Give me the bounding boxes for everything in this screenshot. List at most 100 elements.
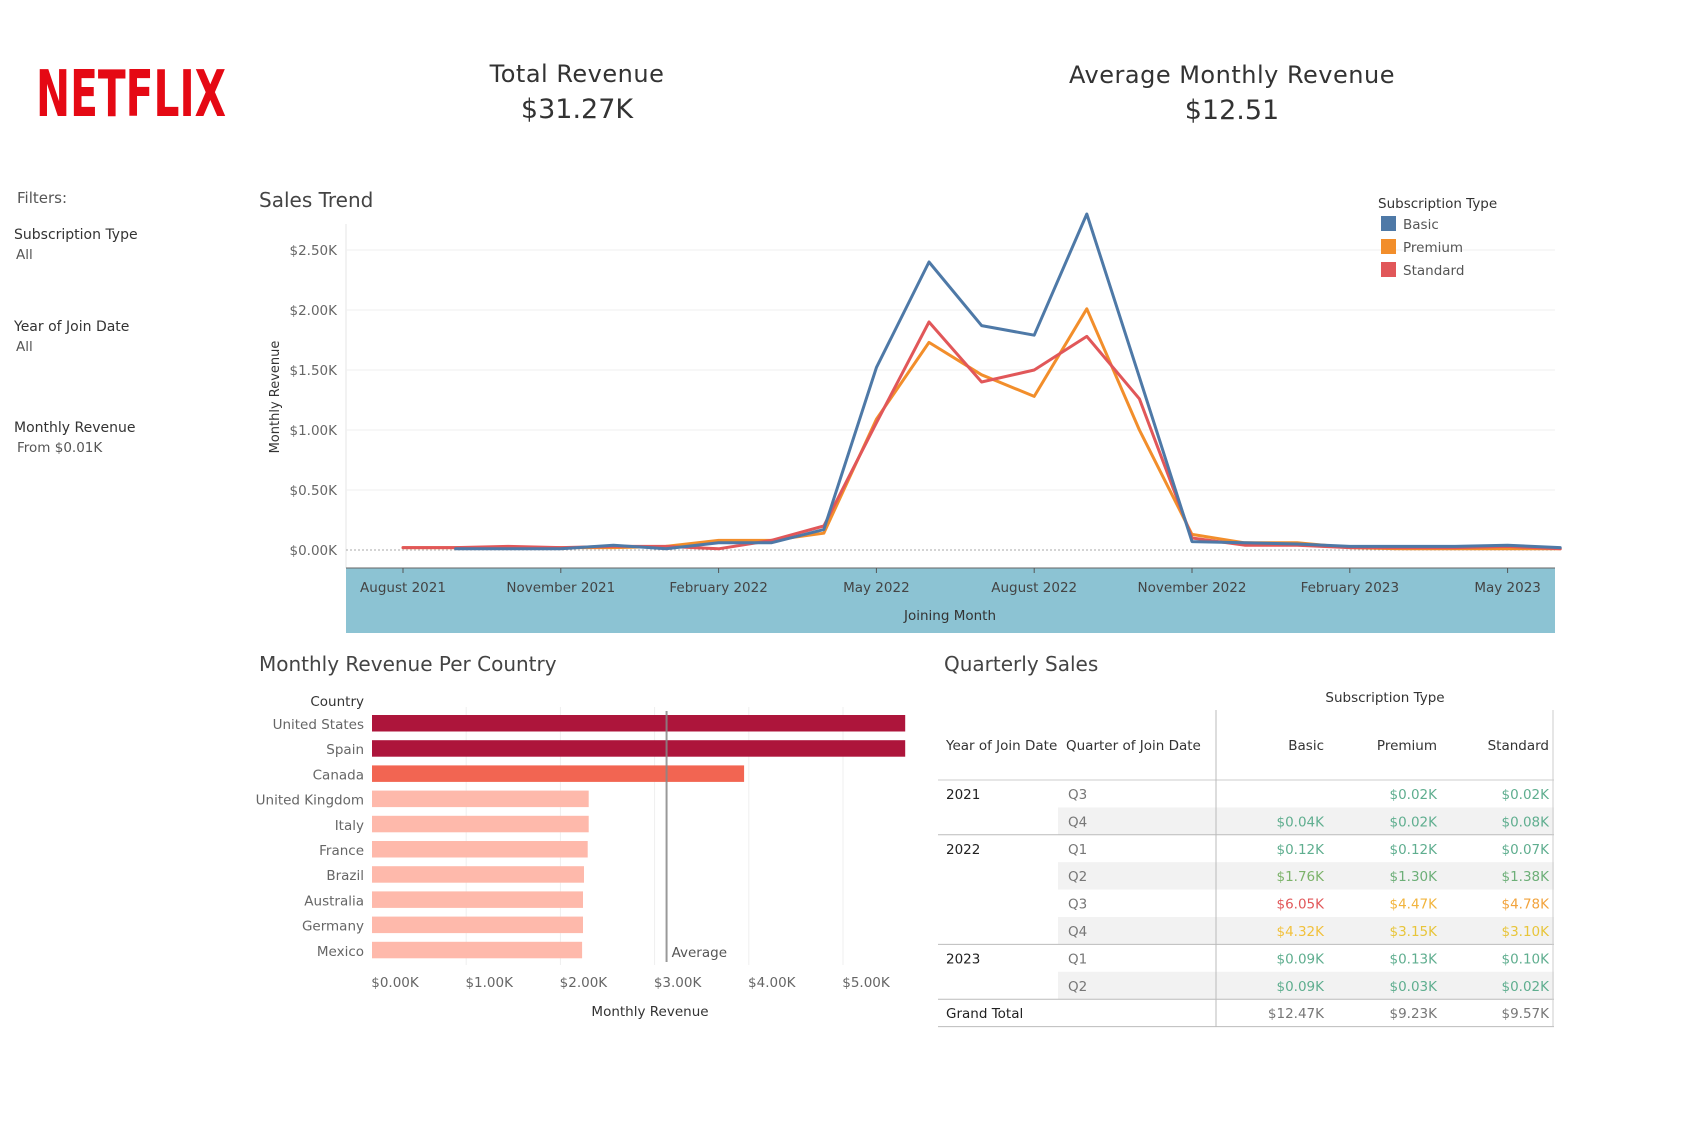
filter-value: All [16, 339, 33, 355]
table-cell: $0.12K [1276, 842, 1325, 858]
table-cell: $4.78K [1501, 897, 1550, 913]
legend-label: Standard [1403, 263, 1464, 279]
category-label: Spain [326, 742, 364, 758]
filter-value: From $0.01K [17, 440, 103, 456]
column-group-header: Subscription Type [1325, 690, 1445, 706]
grand-total-label: Grand Total [946, 1006, 1023, 1022]
quarterly-sales-table: Year of Join Date Quarter of Join Date Bas… [938, 710, 1554, 1028]
bar [372, 740, 906, 757]
x-tick-label: May 2022 [843, 580, 910, 596]
category-label: Brazil [326, 868, 364, 884]
category-label: Germany [302, 919, 364, 935]
filter-year-of-join-date[interactable]: Year of Join Date All [14, 319, 129, 355]
category-label: United Kingdom [256, 793, 364, 809]
bar [372, 891, 583, 908]
filter-name: Monthly Revenue [14, 420, 136, 436]
legend-swatch-basic [1381, 216, 1396, 231]
column-header: Quarter of Join Date [1066, 738, 1201, 754]
x-tick-label: $1.00K [465, 975, 514, 991]
x-tick-label: November 2022 [1138, 580, 1247, 596]
quarter-label: Q2 [1068, 979, 1087, 995]
category-label: Canada [313, 767, 364, 783]
y-tick-label: $1.50K [289, 363, 338, 379]
x-tick-label: February 2022 [669, 580, 767, 596]
table-cell: $0.07K [1501, 842, 1550, 858]
quarter-label: Q1 [1068, 951, 1087, 967]
table-cell: $6.05K [1276, 897, 1325, 913]
x-tick-label: $0.00K [371, 975, 420, 991]
category-label: France [319, 843, 364, 859]
netflix-logo: NETFLIX [36, 62, 226, 124]
x-tick-label: May 2023 [1474, 580, 1541, 596]
legend-title: Subscription Type [1378, 196, 1497, 212]
table-cell: $0.09K [1276, 951, 1325, 967]
average-reference-label: Average [672, 945, 727, 961]
table-cell: $0.12K [1389, 842, 1438, 858]
table-cell: $1.38K [1501, 869, 1550, 885]
year-label: 2021 [946, 787, 980, 803]
table-cell: $4.32K [1276, 924, 1325, 940]
y-tick-label: $0.00K [289, 543, 338, 559]
table-cell: $0.02K [1389, 814, 1438, 830]
table-cell: $0.10K [1501, 951, 1550, 967]
quarterly-sales-title: Quarterly Sales [944, 652, 1099, 676]
quarter-label: Q4 [1068, 924, 1087, 940]
x-tick-label: August 2021 [360, 580, 446, 596]
series-line-standard [401, 320, 1562, 551]
filter-name: Year of Join Date [14, 319, 130, 335]
kpi-total-revenue-title: Total Revenue [489, 60, 665, 88]
filter-monthly-revenue[interactable]: Monthly Revenue From $0.01K [14, 420, 135, 456]
y-tick-label: $2.50K [289, 243, 338, 259]
x-axis-title: Monthly Revenue [591, 1004, 708, 1020]
filter-subscription-type[interactable]: Subscription Type All [14, 227, 138, 263]
x-tick-label: February 2023 [1301, 580, 1399, 596]
country-bar-chart: $0.00K $1.00K $2.00K $3.00K $4.00K $5.00K Mont… [256, 694, 906, 1020]
x-axis-title: Joining Month [903, 608, 996, 624]
kpi-total-revenue-value: $31.27K [520, 94, 634, 125]
y-tick-label: $1.00K [289, 423, 338, 439]
bar [372, 765, 745, 782]
filters-heading: Filters: [17, 189, 68, 207]
table-cell: $0.09K [1276, 979, 1325, 995]
grand-total-cell: $9.57K [1501, 1006, 1550, 1022]
table-cell: $1.30K [1389, 869, 1438, 885]
y-tick-label: $0.50K [289, 483, 338, 499]
grand-total-cell: $12.47K [1268, 1006, 1325, 1022]
legend-swatch-standard [1381, 262, 1396, 277]
y-axis-title: Country [310, 694, 364, 710]
category-label: United States [273, 717, 364, 733]
category-label: Italy [335, 818, 364, 834]
y-axis-title: Monthly Revenue [268, 341, 283, 454]
table-cell: $0.04K [1276, 814, 1325, 830]
filter-name: Subscription Type [14, 227, 138, 243]
y-tick-label: $2.00K [289, 303, 338, 319]
x-tick-label: $4.00K [748, 975, 797, 991]
table-cell: $0.02K [1389, 787, 1438, 803]
kpi-avg-monthly-revenue-value: $12.51 [1184, 95, 1280, 126]
series-line-premium [401, 307, 1562, 551]
x-tick-label: August 2022 [991, 580, 1077, 596]
grand-total-cell: $9.23K [1389, 1006, 1438, 1022]
bar [372, 815, 589, 833]
kpi-avg-monthly-revenue-title: Average Monthly Revenue [1069, 61, 1395, 89]
logo-text: NETFLIX [36, 62, 226, 124]
filter-value: All [16, 247, 33, 263]
column-header: Year of Join Date [945, 738, 1057, 754]
year-label: 2023 [946, 951, 980, 967]
quarter-label: Q2 [1068, 869, 1087, 885]
table-cell: $0.02K [1501, 787, 1550, 803]
quarter-label: Q3 [1068, 897, 1087, 913]
legend-label: Premium [1403, 240, 1463, 256]
legend-swatch-premium [1381, 239, 1396, 254]
bar [372, 916, 583, 934]
table-cell: $3.15K [1389, 924, 1438, 940]
table-cell: $0.03K [1389, 979, 1438, 995]
bar [372, 841, 588, 858]
sales-trend-chart: $0.00K $0.50K $1.00K $1.50K $2.00K $2.50K Mont… [268, 196, 1562, 633]
bar [372, 715, 906, 732]
table-cell: $0.13K [1389, 951, 1438, 967]
column-header: Premium [1377, 738, 1437, 754]
bar [372, 790, 589, 808]
table-cell: $4.47K [1389, 897, 1438, 913]
category-label: Mexico [317, 944, 364, 960]
